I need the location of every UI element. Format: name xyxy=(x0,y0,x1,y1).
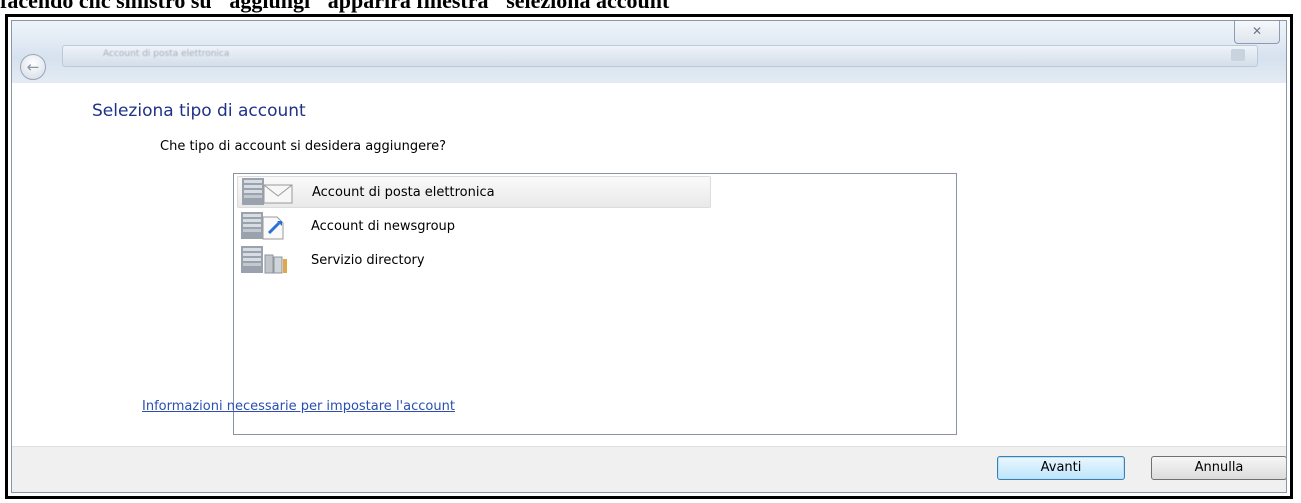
list-item-label: Account di newsgroup xyxy=(311,218,456,234)
back-arrow-icon: ← xyxy=(26,58,40,76)
list-item-label: Servizio directory xyxy=(311,252,425,268)
newsgroup-account-icon xyxy=(239,211,297,241)
directory-service-icon xyxy=(239,245,297,275)
title-bar: ✕ ← Account di posta elettronica xyxy=(12,21,1286,83)
list-item-label: Account di posta elettronica xyxy=(312,184,495,200)
account-type-list[interactable]: Account di posta elettronica Account di … xyxy=(233,173,957,435)
back-button[interactable]: ← xyxy=(20,54,46,80)
list-item-email-account[interactable]: Account di posta elettronica xyxy=(237,176,711,208)
next-button[interactable]: Avanti xyxy=(997,456,1125,480)
dialog-footer: Avanti Annulla xyxy=(12,446,1286,492)
screenshot-frame: ✕ ← Account di posta elettronica Selezio… xyxy=(5,14,1293,499)
list-item-newsgroup-account[interactable]: Account di newsgroup xyxy=(237,210,455,242)
breadcrumb: Account di posta elettronica xyxy=(62,45,1258,67)
breadcrumb-text: Account di posta elettronica xyxy=(103,49,230,59)
breadcrumb-dropdown-icon xyxy=(1231,49,1245,61)
list-item-directory-service[interactable]: Servizio directory xyxy=(237,244,425,276)
close-button[interactable]: ✕ xyxy=(1234,21,1280,44)
mail-account-icon xyxy=(240,177,298,207)
cancel-button[interactable]: Annulla xyxy=(1151,456,1286,480)
close-icon: ✕ xyxy=(1251,24,1263,38)
account-info-link[interactable]: Informazioni necessarie per impostare l'… xyxy=(142,399,455,414)
question-label: Che tipo di account si desidera aggiunge… xyxy=(160,139,447,154)
page-title: Seleziona tipo di account xyxy=(92,101,306,121)
page-caption: facendo clic sinistro su "aggiungi" appa… xyxy=(0,0,682,13)
add-account-dialog: ✕ ← Account di posta elettronica Selezio… xyxy=(11,20,1287,493)
